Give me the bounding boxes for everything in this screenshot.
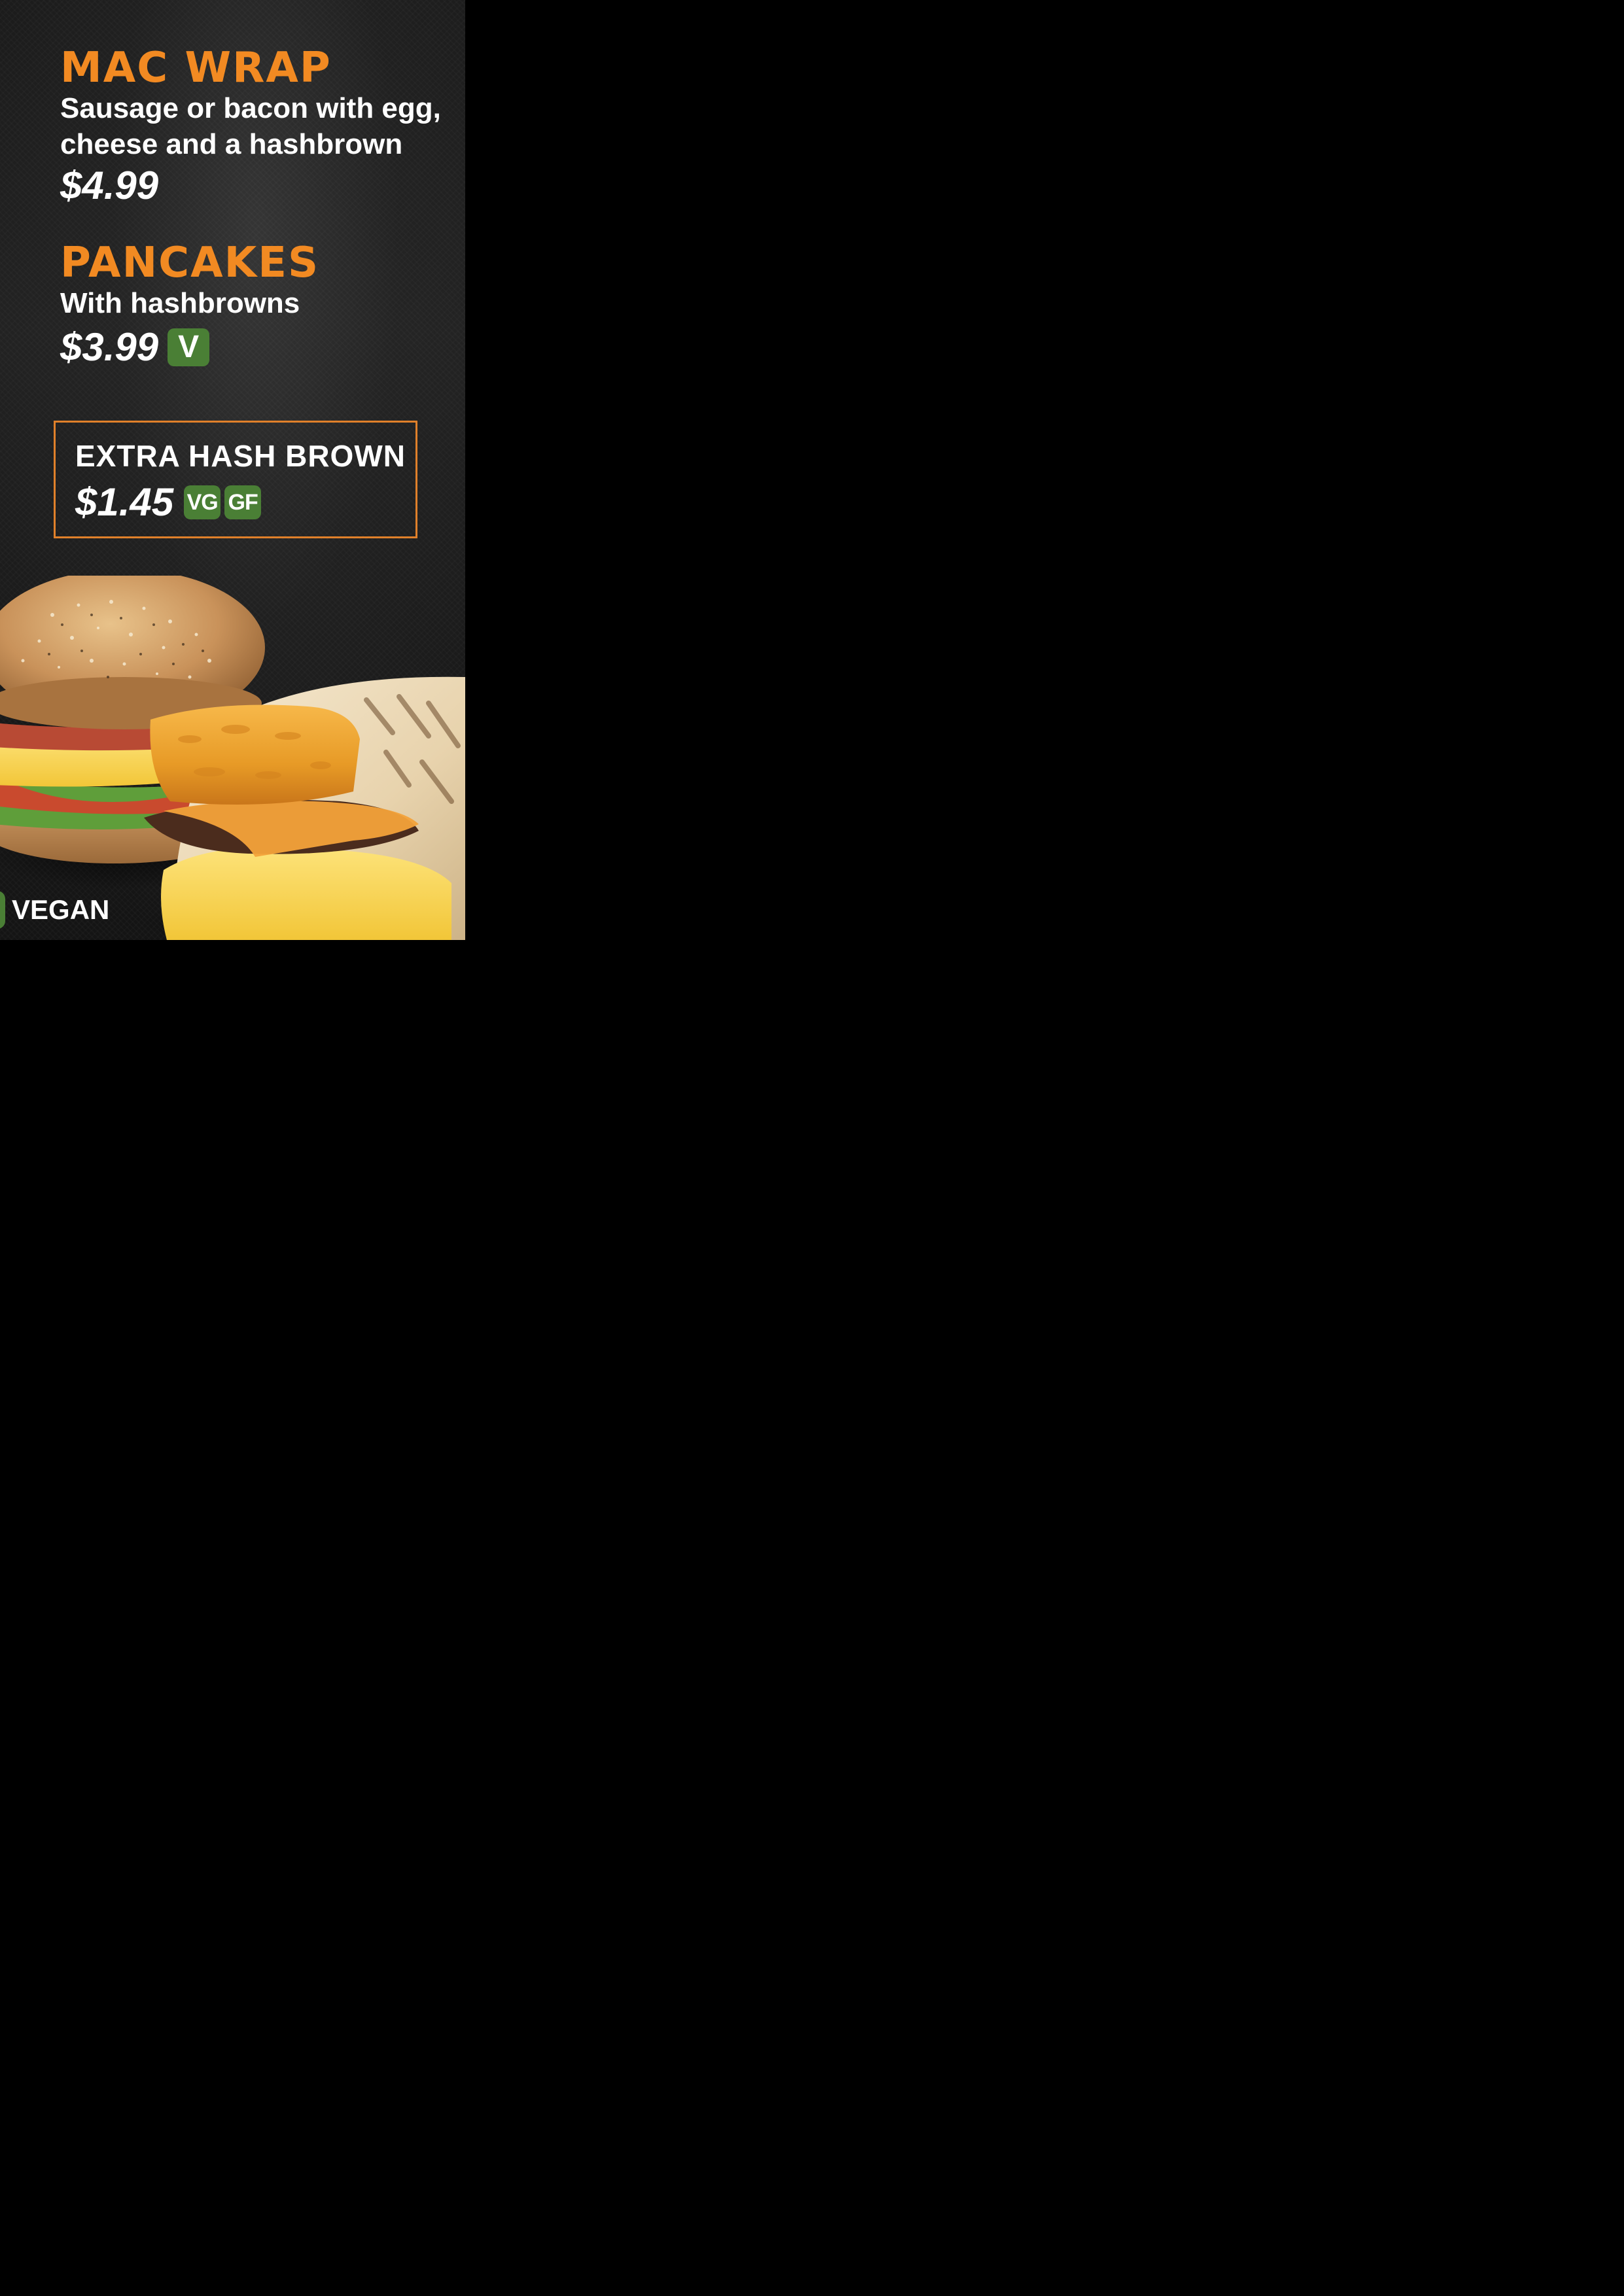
pancakes-description-line-1: With hashbrowns (60, 287, 300, 319)
mac-wrap-description-line-2: cheese and a hashbrown (60, 128, 403, 160)
mac-wrap-description-line-1: Sausage or bacon with egg, (60, 92, 441, 124)
pancakes-title: PANCAKES (60, 239, 320, 287)
extra-hash-brown-badges: VG GF (184, 485, 262, 519)
gluten-free-badge: GF (224, 485, 262, 519)
mac-wrap-price-row: $4.99 (60, 166, 158, 205)
mac-wrap-description: Sausage or bacon with egg, cheese and a … (60, 90, 441, 162)
mac-wrap-price: $4.99 (60, 164, 159, 207)
extra-hash-brown-title: EXTRA HASH BROWN (75, 439, 406, 473)
food-photo (0, 576, 465, 940)
dietary-legend: VEGAN (0, 891, 109, 929)
extra-hash-brown-box: EXTRA HASH BROWN $1.45 VG GF (54, 421, 417, 538)
vegan-legend-swatch (0, 891, 5, 929)
extra-hash-brown-price: $1.45 (75, 480, 174, 524)
pancakes-price: $3.99 (60, 325, 159, 369)
pancakes-description: With hashbrowns (60, 285, 300, 321)
vegetarian-badge: V (168, 328, 210, 366)
vegan-legend-label: VEGAN (12, 894, 110, 925)
pancakes-price-row: $3.99 V (60, 325, 210, 369)
mac-wrap-title: MAC WRAP (60, 44, 332, 92)
extra-hash-brown-price-row: $1.45 VG GF (75, 480, 262, 524)
vegan-badge: VG (184, 485, 221, 519)
menu-panel: MAC WRAP Sausage or bacon with egg, chee… (0, 0, 465, 940)
